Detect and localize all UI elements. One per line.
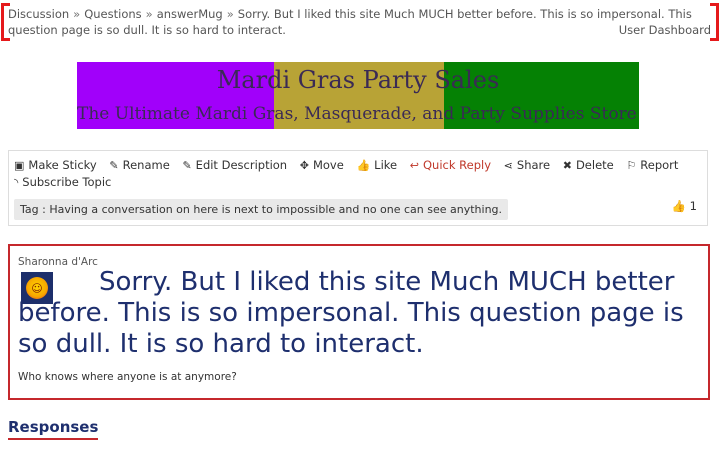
breadcrumb-questions[interactable]: Questions bbox=[84, 7, 141, 21]
action-label: Rename bbox=[122, 158, 170, 172]
edit-description-button[interactable]: ✎ Edit Description bbox=[182, 157, 287, 174]
reply-icon: ↩ bbox=[409, 159, 419, 172]
rss-icon: ◝ bbox=[14, 176, 19, 189]
avatar[interactable]: ☺ bbox=[21, 272, 53, 304]
highlight-bracket-right bbox=[710, 3, 719, 41]
action-label: Subscribe Topic bbox=[22, 175, 112, 189]
quick-reply-button[interactable]: ↩ Quick Reply bbox=[410, 157, 491, 174]
action-list: ▣ Make Sticky ✎ Rename ✎ Edit Description ✥… bbox=[14, 157, 704, 191]
question-card: Sharonna d'Arc Sorry. But I liked this s… bbox=[8, 244, 710, 400]
make-sticky-button[interactable]: ▣ Make Sticky bbox=[14, 157, 97, 174]
subscribe-topic-button[interactable]: ◝ Subscribe Topic bbox=[14, 174, 111, 191]
breadcrumb: Discussion» Questions» answerMug» Sorry. Bu… bbox=[8, 6, 711, 38]
breadcrumb-answermug[interactable]: answerMug bbox=[157, 7, 223, 21]
share-button[interactable]: ⋖ Share bbox=[504, 157, 550, 174]
move-arrows-icon: ✥ bbox=[299, 159, 309, 172]
report-button[interactable]: ⚐ Report bbox=[626, 157, 678, 174]
thumbs-up-icon: 👍 bbox=[671, 199, 687, 213]
x-icon: ✖ bbox=[562, 159, 572, 172]
flag-icon: ⚐ bbox=[626, 159, 637, 172]
breadcrumb-separator: » bbox=[145, 7, 153, 21]
banner-title: Mardi Gras Party Sales bbox=[216, 66, 500, 94]
action-label: Edit Description bbox=[195, 158, 288, 172]
breadcrumb-separator: » bbox=[73, 7, 81, 21]
user-dashboard-link[interactable]: User Dashboard bbox=[619, 22, 711, 38]
action-label: Move bbox=[312, 158, 344, 172]
like-count-value: 1 bbox=[689, 199, 697, 213]
action-label: Share bbox=[516, 158, 551, 172]
like-count[interactable]: 👍 1 bbox=[672, 199, 697, 213]
share-icon: ⋖ bbox=[503, 159, 513, 172]
action-label: Like bbox=[374, 158, 398, 172]
store-banner[interactable]: Mardi Gras Party Sales The Ultimate Mard… bbox=[77, 62, 639, 129]
breadcrumb-discussion[interactable]: Discussion bbox=[8, 7, 69, 21]
thumbs-up-icon: 👍 bbox=[356, 159, 371, 172]
breadcrumb-separator: » bbox=[226, 7, 234, 21]
topic-tag[interactable]: Tag : Having a conversation on here is n… bbox=[14, 199, 509, 220]
pencil-icon: ✎ bbox=[109, 159, 119, 172]
like-button[interactable]: 👍 Like bbox=[356, 157, 397, 174]
action-label: Delete bbox=[575, 158, 614, 172]
avatar-face-icon: ☺ bbox=[26, 277, 48, 299]
rename-button[interactable]: ✎ Rename bbox=[109, 157, 169, 174]
action-label: Make Sticky bbox=[28, 158, 97, 172]
action-label: Report bbox=[640, 158, 679, 172]
question-body: Who knows where anyone is at anymore? bbox=[18, 371, 237, 383]
action-label: Quick Reply bbox=[422, 158, 492, 172]
question-title: Sorry. But I liked this site Much MUCH b… bbox=[18, 267, 684, 359]
topic-toolbar: ▣ Make Sticky ✎ Rename ✎ Edit Description ✥… bbox=[8, 150, 708, 226]
pin-icon: ▣ bbox=[14, 159, 25, 172]
delete-button[interactable]: ✖ Delete bbox=[563, 157, 614, 174]
banner-subtitle: The Ultimate Mardi Gras, Masquerade, and… bbox=[77, 104, 639, 124]
responses-heading: Responses bbox=[8, 418, 99, 440]
move-button[interactable]: ✥ Move bbox=[300, 157, 344, 174]
pencil-icon: ✎ bbox=[182, 159, 192, 172]
